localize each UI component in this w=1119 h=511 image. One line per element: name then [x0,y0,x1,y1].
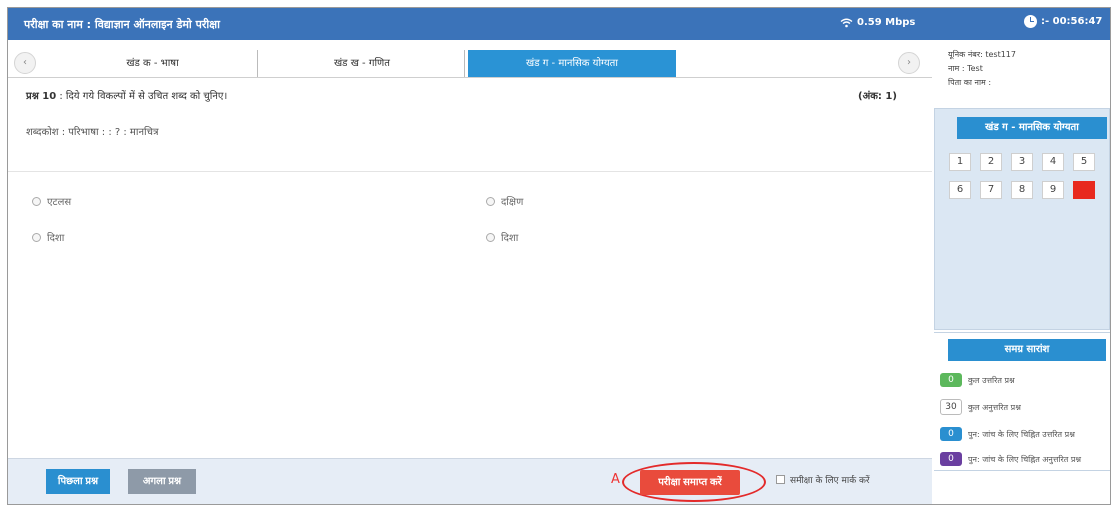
candidate-father-name: पिता का नाम : [948,78,992,87]
timer-value: :- 00:56:47 [1041,16,1103,27]
summary-row-unanswered: 30 कुल अनुत्तरित प्रश्न [940,399,1021,415]
option-2-radio[interactable] [486,196,495,206]
candidate-roll: यूनिक नंबर: test117 [948,50,1016,59]
question-palette-item[interactable]: 9 [1042,181,1064,199]
question-palette-item[interactable]: 2 [980,153,1002,171]
question-instruction: : दिये गये विकल्पों में से उचित शब्द को … [56,91,228,102]
summary-label: कुल अनुत्तरित प्रश्न [968,402,1021,412]
wifi-icon [840,18,853,27]
exam-title: परीक्षा का नाम : विद्याज्ञान ऑनलाइन डेमो… [24,18,220,31]
summary-badge: 0 [940,373,962,387]
option-1-radio[interactable] [32,196,41,206]
summary-row-answered: 0 कुल उत्तरित प्रश्न [940,373,1015,387]
option-3-radio[interactable] [32,232,41,242]
summary-label: पुन: जांच के लिए चिह्नित उत्तरित प्रश्न [968,429,1075,439]
summary-title: समग्र सारांश [948,339,1106,361]
question-palette-item[interactable]: 3 [1011,153,1033,171]
option-3-label: दिशा [47,233,65,244]
section-tabs: ‹ खंड क - भाषा खंड ख - गणित खंड ग - मानस… [8,44,932,78]
option-3[interactable]: दिशा [32,230,64,244]
top-bar: परीक्षा का नाम : विद्याज्ञान ऑनलाइन डेमो… [8,8,1110,40]
mark-for-review-checkbox[interactable] [776,475,785,484]
question-palette-item[interactable]: 6 [949,181,971,199]
question-text: शब्दकोश : परिभाषा : : ? : मानचित्र [26,127,159,138]
mark-for-review-label: समीक्षा के लिए मार्क करें [790,476,870,486]
option-4[interactable]: दिशा [486,230,518,244]
summary-badge: 0 [940,452,962,466]
right-sidebar: यूनिक नंबर: test117 नाम : Test पिता का न… [934,44,1110,504]
network-speed-value: 0.59 Mbps [857,17,916,28]
exam-timer: :- 00:56:47 [1024,15,1102,28]
summary-badge: 0 [940,427,962,441]
exam-window: परीक्षा का नाम : विद्याज्ञान ऑनलाइन डेमो… [7,7,1111,505]
candidate-name: नाम : Test [948,64,983,73]
option-1[interactable]: एटलस [32,194,71,208]
question-palette-item[interactable]: 1 [949,153,971,171]
summary-row-marked-answered: 0 पुन: जांच के लिए चिह्नित उत्तरित प्रश्… [940,427,1075,441]
tab-section-mental-ability[interactable]: खंड ग - मानसिक योग्यता [468,50,676,77]
option-2-label: दक्षिण [501,197,524,208]
tab-scroll-left-button[interactable]: ‹ [14,52,36,74]
summary-label: पुन: जांच के लिए चिह्नित अनुत्तरित प्रश्… [968,454,1082,464]
summary-label: कुल उत्तरित प्रश्न [968,375,1015,385]
question-number: प्रश्न 10 [26,91,57,102]
finish-exam-button[interactable]: परीक्षा समाप्त करें [640,470,740,495]
question-header: प्रश्न 10 : दिये गये विकल्पों में से उचि… [26,88,227,102]
option-4-label: दिशा [501,233,519,244]
question-palette: खंड ग - मानसिक योग्यता 1 2 3 4 5 6 7 8 9 10 [934,108,1110,330]
sidebar-footer [934,470,1110,504]
question-palette-item[interactable]: 7 [980,181,1002,199]
question-palette-item[interactable]: 8 [1011,181,1033,199]
tab-section-maths[interactable]: खंड ख - गणित [260,50,465,77]
next-question-button[interactable]: अगला प्रश्न [128,469,196,494]
question-palette-item[interactable]: 4 [1042,153,1064,171]
summary-badge: 30 [940,399,962,415]
mark-for-review[interactable]: समीक्षा के लिए मार्क करें [776,473,870,486]
question-palette-item[interactable]: 5 [1073,153,1095,171]
option-4-radio[interactable] [486,232,495,242]
option-1-label: एटलस [47,197,72,208]
previous-question-button[interactable]: पिछला प्रश्न [46,469,110,494]
question-divider [8,171,932,172]
candidate-info: यूनिक नंबर: test117 नाम : Test पिता का न… [934,44,1110,106]
summary-row-marked-unanswered: 0 पुन: जांच के लिए चिह्नित अनुत्तरित प्र… [940,452,1081,466]
question-marks: (अंक: 1) [858,91,897,102]
palette-section-title[interactable]: खंड ग - मानसिक योग्यता [957,117,1107,139]
clock-icon [1024,15,1037,28]
annotation-label: A [611,472,620,487]
tab-scroll-right-button[interactable]: › [898,52,920,74]
question-palette-item[interactable]: 10 [1073,181,1095,199]
tab-section-language[interactable]: खंड क - भाषा [48,50,258,77]
network-speed: 0.59 Mbps [840,17,915,28]
option-2[interactable]: दक्षिण [486,194,523,208]
overall-summary: समग्र सारांश 0 कुल उत्तरित प्रश्न 30 कुल… [934,332,1110,470]
navigation-bar: पिछला प्रश्न अगला प्रश्न A परीक्षा समाप्… [8,458,932,504]
